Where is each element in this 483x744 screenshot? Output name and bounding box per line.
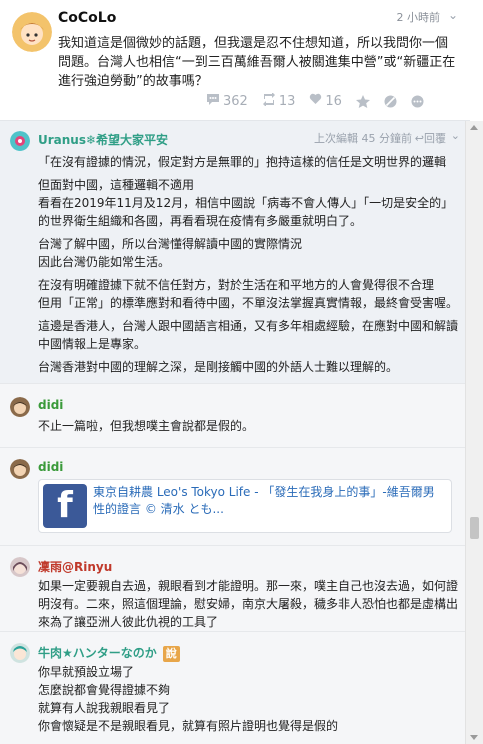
speech-badge: 說	[162, 646, 180, 662]
comment-text: 你早就預設立場了 怎麼說都會覺得證據不夠 就算有人說我親眼看見了 你會懷疑是不是…	[38, 665, 339, 733]
commenter-name[interactable]: 牛肉★ハンターなのか說	[38, 644, 180, 662]
commenter-name[interactable]: Uranus❄希望大家平安	[38, 131, 168, 148]
comment-count[interactable]: 362	[206, 93, 248, 110]
repost-icon	[262, 91, 276, 110]
mute-icon[interactable]	[384, 95, 397, 108]
link-title[interactable]: 東京自耕農 Leo's Tokyo Life - 「發生在我身上的事」-維吾爾男…	[93, 484, 443, 518]
comment-paragraph: 「在沒有證據的情況，假定對方是無罪的」抱持這樣的信任是文明世界的邏輯	[38, 155, 447, 169]
comment-paragraph: 這邊是香港人，台灣人跟中國語言相通，又有多年相處經驗，在應對中國和解讀中國情報上…	[38, 319, 459, 351]
comment-icon	[206, 93, 220, 110]
commenter-avatar[interactable]	[10, 643, 30, 663]
comment-text: 如果一定要親自去過，親眼看到才能證明。那一來，噗主自己也沒去過，如何證明沒有。二…	[38, 579, 459, 629]
star-icon[interactable]	[355, 94, 370, 108]
comment-text: 不止一篇啦，但我想噗主會說都是假的。	[38, 419, 255, 433]
comment-paragraph: 在沒有明確證據下就不信任對方，對於生活在和平地方的人會覺得很不合理 但用「正常」…	[38, 278, 459, 310]
comment-paragraph: 但面對中國，這種邏輯不適用 看看在2019年11月及12月，相信中國說「病毒不會…	[38, 178, 454, 228]
comment-item: didi 不止一篇啦，但我想噗主會說都是假的。	[0, 391, 466, 447]
facebook-icon: f	[43, 484, 87, 528]
original-post: CoCoLo 2 小時前 ⌄ 我知道這是個微妙的話題，但我還是忍不住想知道，所以…	[0, 0, 470, 121]
comment-list: Uranus❄希望大家平安 上次編輯 45 分鐘前 ↩回覆 ⌄ 「在沒有證據的情…	[0, 121, 466, 744]
divider	[0, 383, 466, 384]
commenter-avatar[interactable]	[10, 131, 30, 151]
chevron-down-icon[interactable]: ⌄	[451, 129, 460, 142]
commenter-avatar[interactable]	[10, 459, 30, 479]
comment-item: 凜雨@Rinyu 如果一定要親自去過，親眼看到才能證明。那一來，噗主自己也沒去過…	[0, 551, 466, 631]
commenter-avatar[interactable]	[10, 397, 30, 417]
commenter-name[interactable]: didi	[38, 398, 63, 412]
link-preview[interactable]: f 東京自耕農 Leo's Tokyo Life - 「發生在我身上的事」-維吾…	[38, 479, 452, 533]
commenter-name[interactable]: didi	[38, 460, 63, 474]
post-time: 2 小時前	[396, 11, 441, 24]
comment-paragraph: 台灣了解中國，所以台灣懂得解讀中國的實際情況 因此台灣仍能如常生活。	[38, 237, 303, 269]
like-count[interactable]: 16	[309, 93, 342, 109]
plurk-page: CoCoLo 2 小時前 ⌄ 我知道這是個微妙的話題，但我還是忍不住想知道，所以…	[0, 0, 483, 744]
divider	[0, 631, 466, 632]
scroll-up-icon[interactable]	[470, 125, 478, 130]
reply-button[interactable]: ↩回覆	[415, 130, 446, 146]
commenter-avatar[interactable]	[10, 557, 30, 577]
post-content: 我知道這是個微妙的話題，但我還是忍不住想知道，所以我問你一個問題。台灣人也相信“…	[58, 36, 456, 89]
post-actions: 362 13 16	[206, 91, 424, 110]
chevron-down-icon[interactable]: ⌄	[448, 8, 458, 22]
comment-item: Uranus❄希望大家平安 上次編輯 45 分鐘前 ↩回覆 ⌄ 「在沒有證據的情…	[0, 121, 466, 383]
comment-text: 「在沒有證據的情況，假定對方是無罪的」抱持這樣的信任是文明世界的邏輯 但面對中國…	[38, 153, 458, 381]
author-avatar[interactable]	[12, 12, 52, 52]
divider	[0, 545, 466, 546]
post-author[interactable]: CoCoLo	[58, 10, 116, 26]
scrollbar[interactable]	[465, 121, 483, 744]
scrollbar-thumb[interactable]	[470, 517, 479, 539]
comment-item: 牛肉★ハンターなのか說 你早就預設立場了 怎麼說都會覺得證據不夠 就算有人說我親…	[0, 637, 466, 744]
more-options-icon[interactable]	[411, 95, 424, 108]
edit-time: 上次編輯 45 分鐘前	[314, 132, 412, 145]
repost-count[interactable]: 13	[262, 91, 295, 110]
comment-paragraph: 台灣香港對中國的理解之深，是剛接觸中國的外語人士難以理解的。	[38, 360, 399, 374]
heart-icon	[309, 93, 322, 109]
commenter-name[interactable]: 凜雨@Rinyu	[38, 558, 112, 575]
scroll-down-icon[interactable]	[470, 735, 478, 740]
divider	[0, 447, 466, 448]
